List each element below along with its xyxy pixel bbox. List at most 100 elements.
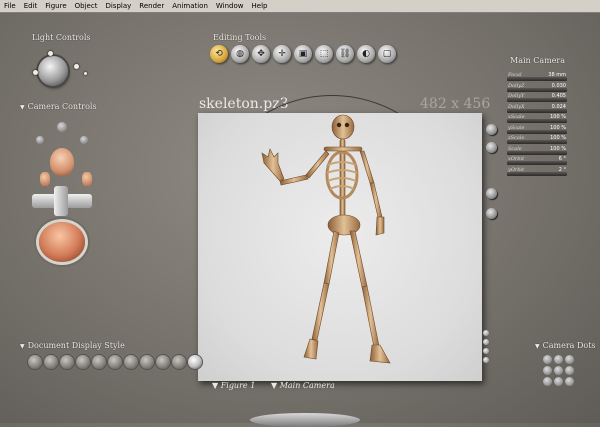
- param-scale[interactable]: Scale 100 %: [507, 146, 567, 155]
- chain-break-tool-button[interactable]: ⛓: [336, 45, 354, 63]
- camera-right-hand-small-icon[interactable]: [80, 136, 88, 144]
- camera-right-hand-icon[interactable]: [82, 172, 92, 186]
- camera-selector[interactable]: ▼ Main Camera: [271, 381, 335, 390]
- figure-selector[interactable]: ▼ Figure 1: [212, 381, 255, 390]
- camera-dot-4[interactable]: [543, 366, 552, 375]
- left-foot[interactable]: [303, 338, 319, 360]
- camera-pan-button[interactable]: [486, 142, 497, 153]
- light-controls-label: Light Controls: [32, 33, 91, 42]
- view-magnifier-tool-button[interactable]: ▢: [378, 45, 396, 63]
- camera-dot-7[interactable]: [543, 377, 552, 386]
- menu-object[interactable]: Object: [71, 2, 102, 10]
- menu-figure[interactable]: Figure: [41, 2, 70, 10]
- light-dot-1[interactable]: [48, 51, 53, 56]
- menu-render[interactable]: Render: [135, 2, 168, 10]
- depth-cue-button-2[interactable]: [483, 339, 489, 345]
- light-add-icon[interactable]: [84, 72, 87, 75]
- style-hidden-line-button[interactable]: [76, 355, 90, 369]
- camera-parameters-panel: Focal 38 mm DollyZ 0.030 DollyY 0.405 Dolly…: [507, 72, 567, 177]
- param-x-orbit[interactable]: xOrbit 6 °: [507, 156, 567, 165]
- menu-animation[interactable]: Animation: [168, 2, 212, 10]
- depth-cue-button-4[interactable]: [483, 357, 489, 363]
- style-smooth-shaded-button[interactable]: [172, 355, 186, 369]
- param-x-scale[interactable]: xScale 100 %: [507, 114, 567, 123]
- scale-icon: ▣: [298, 49, 308, 59]
- right-hand[interactable]: [375, 216, 385, 236]
- menu-bar: File Edit Figure Object Display Render A…: [0, 0, 600, 13]
- menu-window[interactable]: Window: [212, 2, 248, 10]
- style-wireframe-button[interactable]: [60, 355, 74, 369]
- left-thigh[interactable]: [323, 230, 340, 285]
- camera-face-icon[interactable]: [57, 122, 67, 132]
- param-y-orbit[interactable]: yOrbit 2 °: [507, 167, 567, 176]
- param-focal[interactable]: Focal 38 mm: [507, 72, 567, 81]
- menu-display[interactable]: Display: [101, 2, 135, 10]
- taper-tool-button[interactable]: ⬚: [315, 45, 333, 63]
- param-y-scale[interactable]: yScale 100 %: [507, 125, 567, 134]
- camera-left-hand-small-icon[interactable]: [36, 136, 44, 144]
- left-hand[interactable]: [261, 148, 285, 182]
- camera-dot-2[interactable]: [554, 355, 563, 364]
- param-dolly-z[interactable]: DollyZ 0.030: [507, 83, 567, 92]
- dropdown-triangle-icon: ▼: [271, 381, 280, 390]
- camera-dot-8[interactable]: [554, 377, 563, 386]
- camera-dot-3[interactable]: [565, 355, 574, 364]
- style-cartoon-line-button[interactable]: [156, 355, 170, 369]
- param-dolly-y[interactable]: DollyY 0.405: [507, 93, 567, 102]
- skeleton-figure[interactable]: [198, 113, 482, 381]
- depth-cue-button-1[interactable]: [483, 330, 489, 336]
- style-outline-button[interactable]: [44, 355, 58, 369]
- magnifier-icon: ▢: [382, 49, 392, 59]
- display-style-buttons: [28, 355, 202, 369]
- menu-help[interactable]: Help: [248, 2, 272, 10]
- light-sphere-control[interactable]: [38, 56, 68, 86]
- camera-head-control[interactable]: [50, 148, 74, 176]
- light-dot-2[interactable]: [74, 64, 79, 69]
- style-cartoon-button[interactable]: [140, 355, 154, 369]
- camera-dot-9[interactable]: [565, 377, 574, 386]
- light-dot-3[interactable]: [33, 70, 38, 75]
- style-flat-shaded-button[interactable]: [108, 355, 122, 369]
- style-lit-wireframe-button[interactable]: [92, 355, 106, 369]
- document-canvas[interactable]: [198, 113, 482, 381]
- camera-dot-6[interactable]: [565, 366, 574, 375]
- skull[interactable]: [331, 114, 355, 140]
- collapse-triangle-icon[interactable]: ▼: [20, 104, 25, 111]
- translate-tool-button[interactable]: ✥: [252, 45, 270, 63]
- style-silhouette-button[interactable]: [28, 355, 42, 369]
- menu-edit[interactable]: Edit: [20, 2, 42, 10]
- right-forearm[interactable]: [369, 182, 383, 218]
- animation-controls-handle[interactable]: [250, 413, 360, 427]
- camera-dots-label: ▼ Camera Dots: [535, 341, 596, 350]
- color-icon: ◐: [362, 49, 370, 59]
- param-z-scale[interactable]: zScale 100 %: [507, 135, 567, 144]
- camera-scale-button[interactable]: [486, 208, 497, 219]
- rotate-tool-button[interactable]: ⟲: [210, 45, 228, 63]
- camera-plane-y-control[interactable]: [54, 186, 68, 216]
- left-forearm[interactable]: [279, 174, 309, 186]
- color-tool-button[interactable]: ◐: [357, 45, 375, 63]
- right-upper-arm[interactable]: [359, 150, 375, 184]
- depth-cue-button-3[interactable]: [483, 348, 489, 354]
- right-foot[interactable]: [369, 344, 391, 364]
- collapse-triangle-icon[interactable]: ▼: [20, 343, 25, 350]
- camera-trackball-control[interactable]: [39, 222, 85, 262]
- camera-dot-1[interactable]: [543, 355, 552, 364]
- right-shin[interactable]: [361, 285, 380, 348]
- scale-tool-button[interactable]: ▣: [294, 45, 312, 63]
- camera-move-button[interactable]: [486, 188, 497, 199]
- camera-dots-grid: [543, 355, 574, 386]
- translate-in-out-tool-button[interactable]: ✛: [273, 45, 291, 63]
- param-dolly-x[interactable]: DollyX 0.024: [507, 104, 567, 113]
- style-texture-shaded-button[interactable]: [188, 355, 202, 369]
- collapse-triangle-icon[interactable]: ▼: [535, 343, 540, 350]
- left-shin[interactable]: [311, 282, 330, 341]
- right-thigh[interactable]: [349, 230, 368, 288]
- style-flat-lined-button[interactable]: [124, 355, 138, 369]
- camera-left-hand-icon[interactable]: [40, 172, 50, 186]
- camera-rotate-button[interactable]: [486, 124, 497, 135]
- rotate-icon: ⟲: [215, 49, 223, 59]
- camera-dot-5[interactable]: [554, 366, 563, 375]
- menu-file[interactable]: File: [0, 2, 20, 10]
- twist-tool-button[interactable]: ◍: [231, 45, 249, 63]
